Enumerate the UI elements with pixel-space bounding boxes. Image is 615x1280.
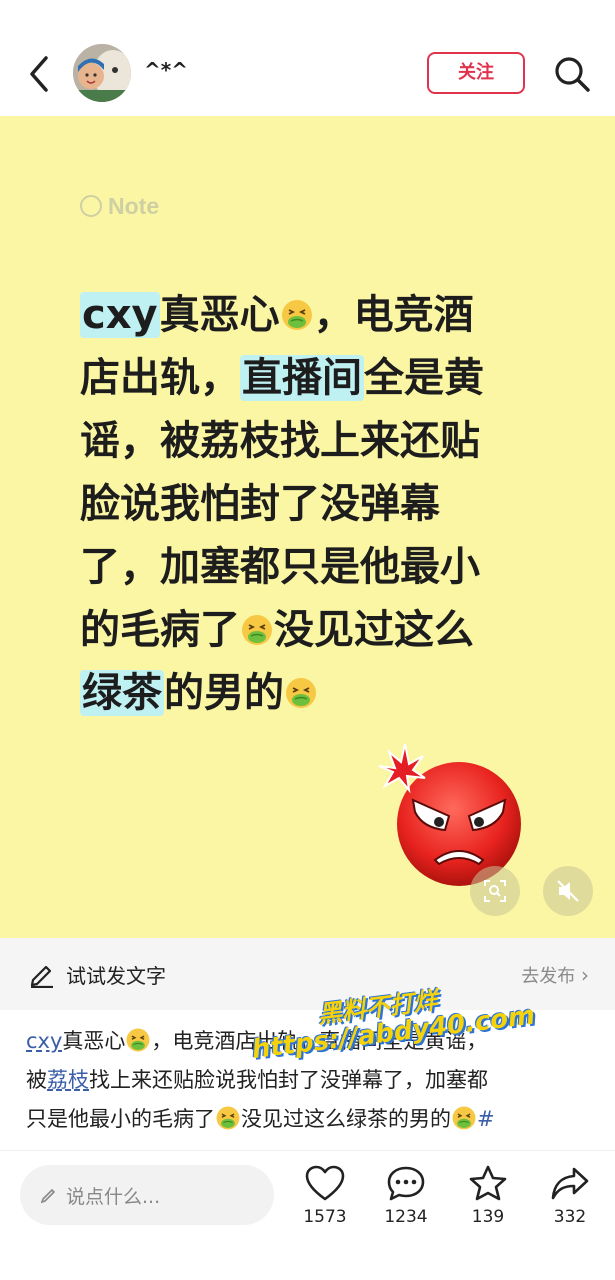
note-badge-label: Note [108,192,160,219]
publish-link[interactable]: 去发布 › [521,962,589,988]
topic-tag[interactable]: cxy [26,1029,62,1053]
note-line: 店出轨，直播间全是黄 [80,347,550,410]
text-segment: 真恶心 [62,1029,126,1053]
nauseated-face-icon [286,678,316,708]
text-segment: 的男的 [164,670,284,716]
mute-icon[interactable] [543,866,593,916]
note-line: 的毛病了 没见过这么 [80,599,550,662]
write-text-label: 试试发文字 [66,964,166,988]
description-line: 被荔枝找上来还贴脸说我怕封了没弹幕了，加塞都 [26,1061,596,1100]
highlight-text: 绿茶 [80,670,164,716]
like-button[interactable]: 1573 [295,1165,355,1227]
angry-face-sticker [378,743,521,886]
back-arrow-icon[interactable] [26,52,56,96]
pencil-icon [28,960,56,989]
text-segment: 谣，被荔枝找上来还贴 [80,418,480,464]
highlight-text: cxy [80,292,160,338]
note-line: cxy真恶心 ，电竞酒 [80,284,550,347]
description-line: 只是他最小的毛病了 没见过这么绿茶的男的 # [26,1100,596,1139]
author-avatar[interactable] [73,44,131,102]
comment-bubble-icon [387,1166,425,1201]
note-line: 绿茶的男的 [80,662,550,725]
image-search-icon[interactable] [470,866,520,916]
pencil-icon [40,1188,56,1204]
text-segment: 只是他最小的毛病了 [26,1107,215,1131]
share-count: 332 [553,1207,587,1227]
note-line: 谣，被荔枝找上来还贴 [80,410,550,473]
nauseated-face-icon [216,1106,240,1130]
text-segment: 脸说我怕封了没弹幕 [80,481,440,527]
note-line: 了，加塞都只是他最小 [80,536,550,599]
write-text-bar[interactable]: 试试发文字 去发布 › [0,938,615,1010]
note-body-text: cxy真恶心 ，电竞酒店出轨，直播间全是黄谣，被荔枝找上来还贴 脸说我怕封了没弹幕了… [80,284,550,725]
note-line: 脸说我怕封了没弹幕 [80,473,550,536]
follow-button[interactable]: 关注 [427,52,525,94]
text-segment: 的毛病了 [80,607,240,653]
topic-tag[interactable]: 荔枝 [47,1068,89,1092]
bottom-action-bar: 说点什么... 1573 1234 139 332 [0,1150,615,1280]
favorite-count: 139 [471,1207,505,1227]
text-segment: 店出轨， [80,355,240,401]
nauseated-face-icon [126,1028,150,1052]
star-icon [469,1165,507,1201]
author-name[interactable]: ^*^ [144,58,188,82]
publish-label: 去发布 [521,966,576,987]
text-segment: 真恶心 [159,292,280,338]
text-segment: ，电竞酒店出轨，直播间全是黄谣， [151,1029,488,1053]
share-arrow-icon [551,1167,589,1200]
comment-count: 1234 [384,1207,428,1227]
nauseated-face-icon [242,615,272,645]
post-description: cxy真恶心 ，电竞酒店出轨，直播间全是黄谣， 被荔枝找上来还贴脸说我怕封了没弹幕了… [26,1022,596,1139]
comment-input[interactable]: 说点什么... [20,1165,274,1225]
comment-placeholder: 说点什么... [66,1185,161,1208]
nauseated-face-icon [452,1106,476,1130]
hashtag[interactable]: # [477,1107,495,1131]
text-segment: 被 [26,1068,47,1092]
comment-button[interactable]: 1234 [376,1165,436,1227]
share-button[interactable]: 332 [540,1165,600,1227]
chevron-right-icon: › [581,963,589,987]
favorite-button[interactable]: 139 [458,1165,518,1227]
highlight-text: 直播间 [240,355,364,401]
text-segment: 了，加塞都只是他最小 [80,544,480,590]
search-icon[interactable] [552,54,592,94]
text-segment: 没见过这么 [274,607,474,653]
text-segment: 没见过这么绿茶的男的 [241,1107,451,1131]
circle-icon [80,195,102,217]
description-line: cxy真恶心 ，电竞酒店出轨，直播间全是黄谣， [26,1022,596,1061]
text-segment: 全是黄 [364,355,484,401]
note-image[interactable]: Note cxy真恶心 ，电竞酒店出轨，直播间全是黄谣，被荔枝找上来还贴 脸说我怕封… [0,116,615,938]
text-segment: 找上来还贴脸说我怕封了没弹幕了，加塞都 [89,1068,488,1092]
nauseated-face-icon [281,300,312,330]
note-badge: Note [80,192,159,220]
like-count: 1573 [303,1207,347,1227]
heart-icon [305,1165,345,1201]
top-bar: ^*^ 关注 [0,0,615,116]
text-segment: ，电竞酒 [313,292,474,338]
